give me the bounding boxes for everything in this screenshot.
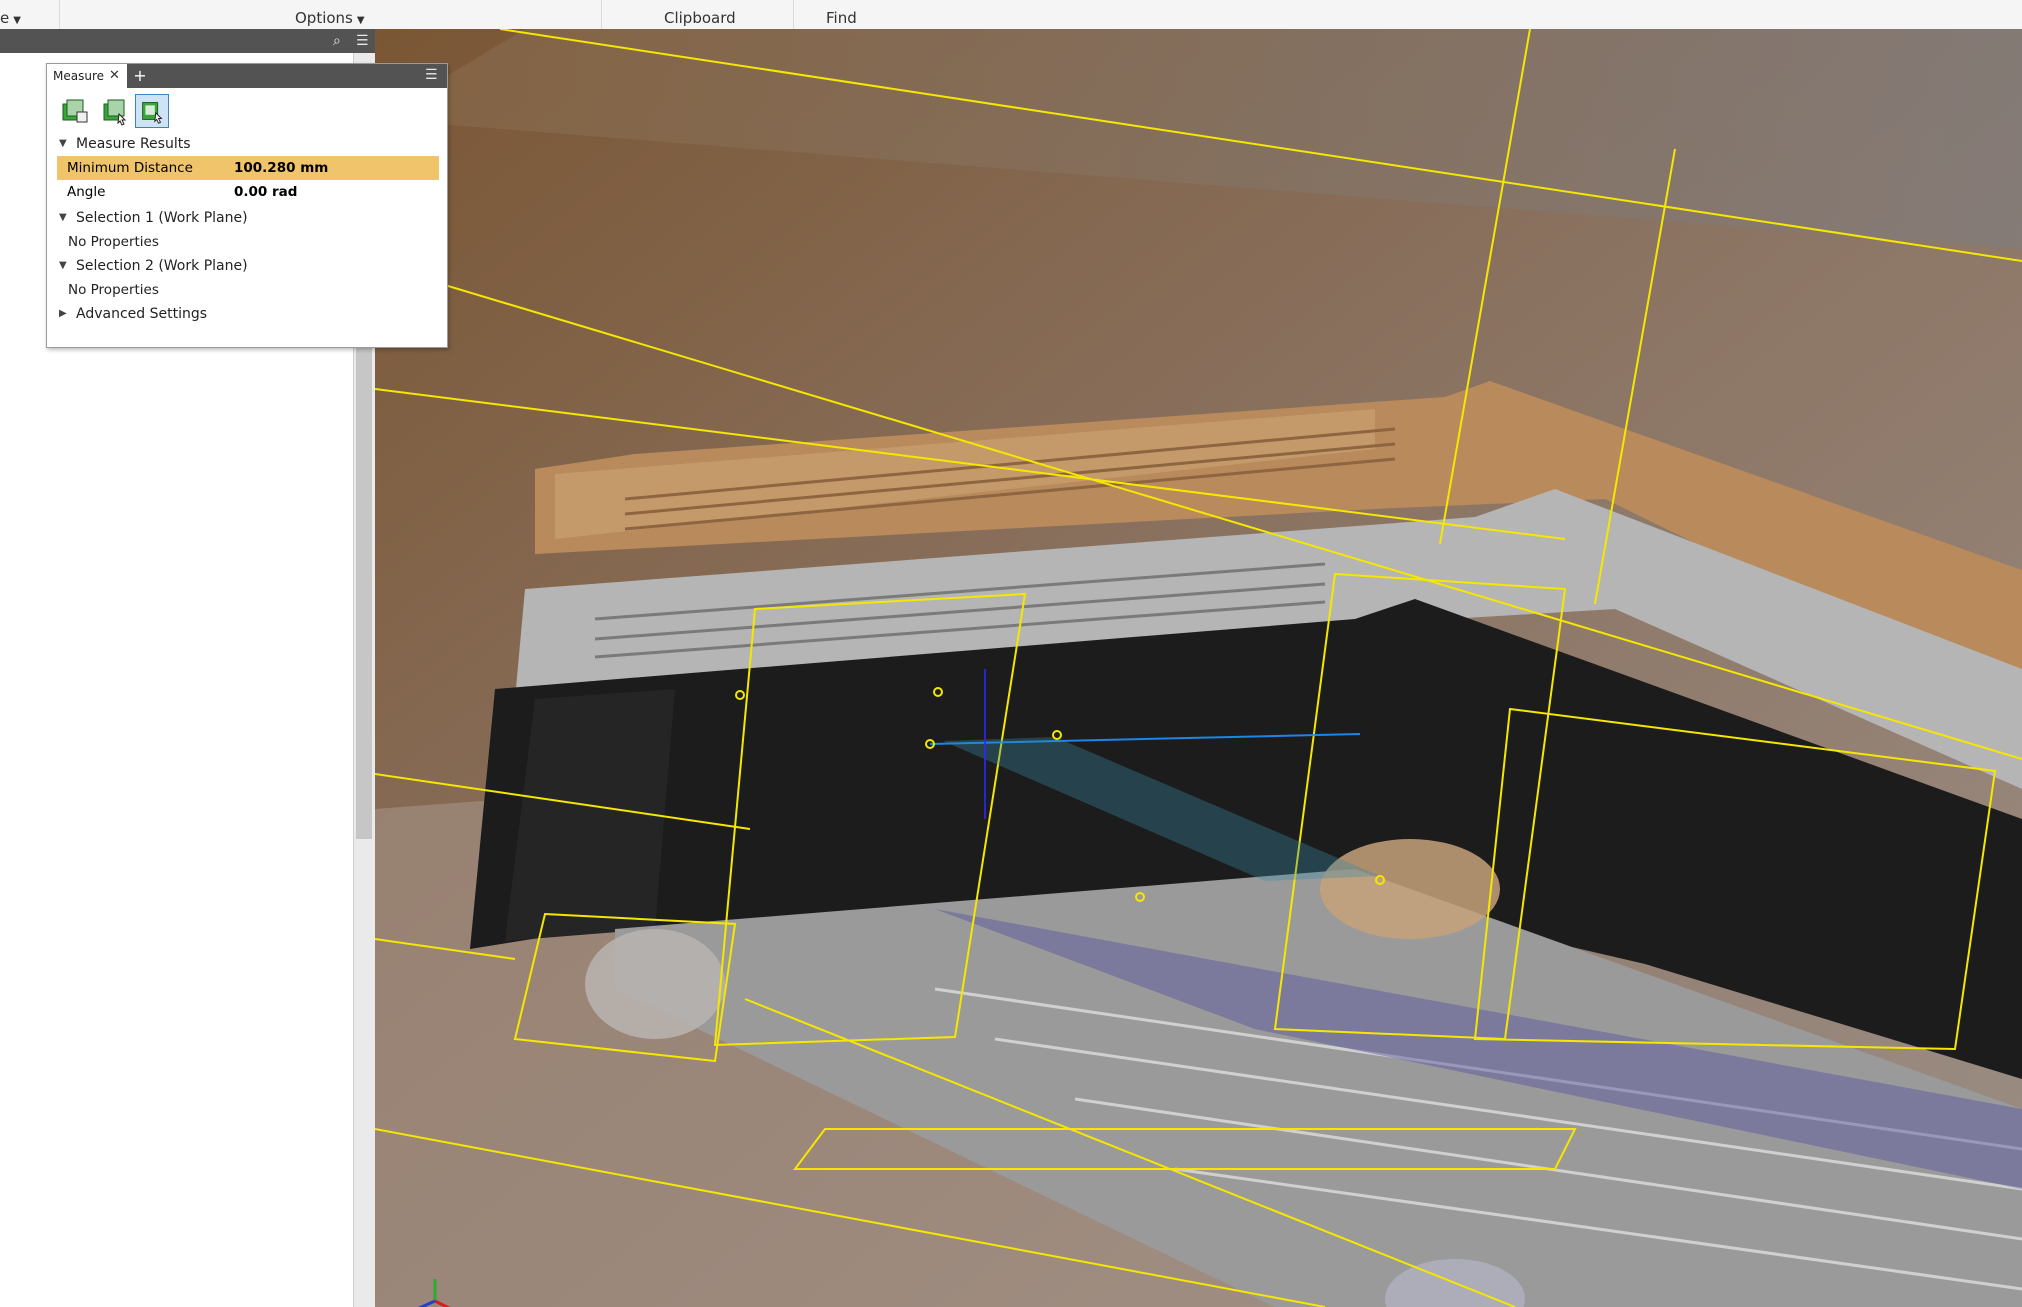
chevron-down-icon: ▼ — [356, 15, 365, 26]
ribbon-divider — [59, 0, 60, 29]
collapse-triangle-icon[interactable]: ▼ — [59, 134, 67, 154]
collapse-triangle-icon[interactable]: ▼ — [59, 256, 67, 276]
menu-icon[interactable]: ☰ — [356, 33, 369, 49]
ribbon-group-find[interactable]: Find — [826, 0, 857, 29]
result-row-minimum-distance[interactable]: Minimum Distance 100.280 mm — [57, 156, 439, 180]
ribbon-divider — [793, 0, 794, 29]
close-icon[interactable]: ✕ — [109, 64, 120, 88]
collapse-triangle-icon[interactable]: ▼ — [59, 208, 67, 228]
mecanum-wheel-right — [1320, 839, 1500, 939]
measure-tool-2-icon[interactable] — [97, 94, 131, 128]
add-tab-button[interactable]: + — [131, 64, 149, 88]
selection-2-properties: No Properties — [68, 282, 159, 298]
browser-header: ⌕ ☰ — [0, 29, 375, 53]
ribbon-divider — [601, 0, 602, 29]
measure-panel: Measure ✕ + ☰ ▼ Measure Results Minimum … — [46, 63, 448, 348]
graphics-viewport[interactable] — [375, 29, 2022, 1307]
tab-measure[interactable]: Measure ✕ — [47, 64, 127, 88]
selection-1-properties: No Properties — [68, 234, 159, 250]
ribbon-group-clipboard[interactable]: Clipboard — [664, 0, 736, 29]
measure-tab-bar: Measure ✕ + ☰ — [47, 64, 447, 88]
advanced-settings-section[interactable]: ▶ Advanced Settings — [47, 304, 447, 324]
search-icon[interactable]: ⌕ — [333, 33, 341, 49]
measure-tool-1-icon[interactable] — [57, 94, 91, 128]
chevron-down-icon: ▼ — [13, 15, 21, 26]
measure-tool-3-icon[interactable] — [135, 94, 169, 128]
result-row-angle[interactable]: Angle 0.00 rad — [57, 180, 439, 204]
model-view[interactable] — [375, 29, 2022, 1307]
mecanum-wheel-left — [585, 929, 725, 1039]
measure-results-section[interactable]: ▼ Measure Results — [47, 134, 447, 154]
ribbon-group-e[interactable]: e ▼ — [0, 0, 21, 29]
ribbon-group-options[interactable]: Options ▼ — [295, 0, 365, 29]
selection-2-section[interactable]: ▼ Selection 2 (Work Plane) — [47, 256, 447, 276]
selection-1-section[interactable]: ▼ Selection 1 (Work Plane) — [47, 208, 447, 228]
menu-icon[interactable]: ☰ — [425, 67, 438, 83]
ribbon: e ▼ Options ▼ Clipboard Find — [0, 0, 2022, 30]
expand-triangle-icon[interactable]: ▶ — [59, 304, 67, 324]
